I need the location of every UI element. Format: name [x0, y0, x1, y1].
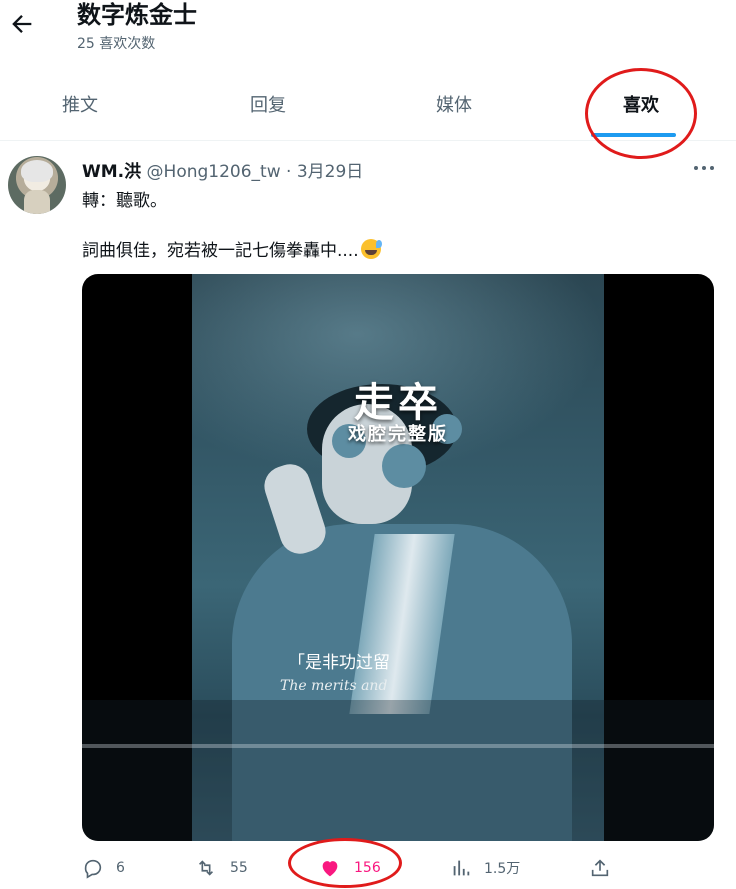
author-name[interactable]: WM.洪: [82, 162, 141, 182]
tweet-text-line1: 轉：聽歌。: [82, 191, 167, 211]
sweat-smile-emoji-icon: [360, 239, 382, 259]
reply-button[interactable]: 6: [82, 848, 125, 888]
retweet-count: 55: [230, 860, 248, 876]
retweet-icon: [198, 860, 214, 876]
video-railing: [82, 744, 714, 748]
annotation-circle-like-button: [288, 838, 402, 888]
tab-posts[interactable]: 推文: [0, 72, 160, 140]
video-lower-frame: [82, 700, 714, 841]
author-handle[interactable]: @Hong1206_tw: [147, 162, 281, 182]
video-lyric-cn: 「是非功过留: [288, 653, 390, 673]
annotation-circle-likes-tab: [585, 68, 697, 159]
likes-count-subtitle: 25 喜欢次数: [77, 36, 156, 52]
tweet-meta: WM.洪 @Hong1206_tw · 3月29日: [82, 157, 363, 182]
video-subtitle: 戏腔完整版: [348, 424, 448, 445]
share-icon: [591, 859, 609, 877]
analytics-icon: [453, 860, 470, 876]
more-options-icon[interactable]: [692, 160, 716, 176]
avatar-hair: [21, 160, 53, 182]
reply-icon: [84, 859, 102, 879]
tweet-date[interactable]: 3月29日: [297, 162, 363, 182]
tweet-text-line2-content: 詞曲俱佳，宛若被一記七傷拳轟中....: [82, 241, 359, 261]
page-title: 数字炼金士: [77, 1, 197, 29]
tab-replies[interactable]: 回复: [188, 72, 348, 140]
views-button[interactable]: 1.5万: [450, 848, 520, 888]
retweet-button[interactable]: 55: [194, 848, 248, 888]
views-count: 1.5万: [484, 861, 521, 877]
meta-separator: ·: [286, 162, 292, 182]
video-lyric-en: The merits and: [280, 678, 388, 694]
back-arrow-icon[interactable]: [8, 10, 36, 38]
video-headdress-flower: [382, 444, 426, 488]
avatar[interactable]: [8, 156, 66, 214]
profile-header: 数字炼金士 25 喜欢次数: [0, 0, 736, 72]
reply-count: 6: [116, 860, 125, 876]
tab-media[interactable]: 媒体: [374, 72, 534, 140]
tweet-text-line2: 詞曲俱佳，宛若被一記七傷拳轟中....: [82, 236, 382, 261]
tweet-video[interactable]: 走卒 戏腔完整版 「是非功过留 The merits and: [82, 274, 714, 841]
share-button[interactable]: [589, 848, 623, 888]
avatar-body: [24, 190, 50, 214]
video-figure-hand: [259, 459, 331, 559]
